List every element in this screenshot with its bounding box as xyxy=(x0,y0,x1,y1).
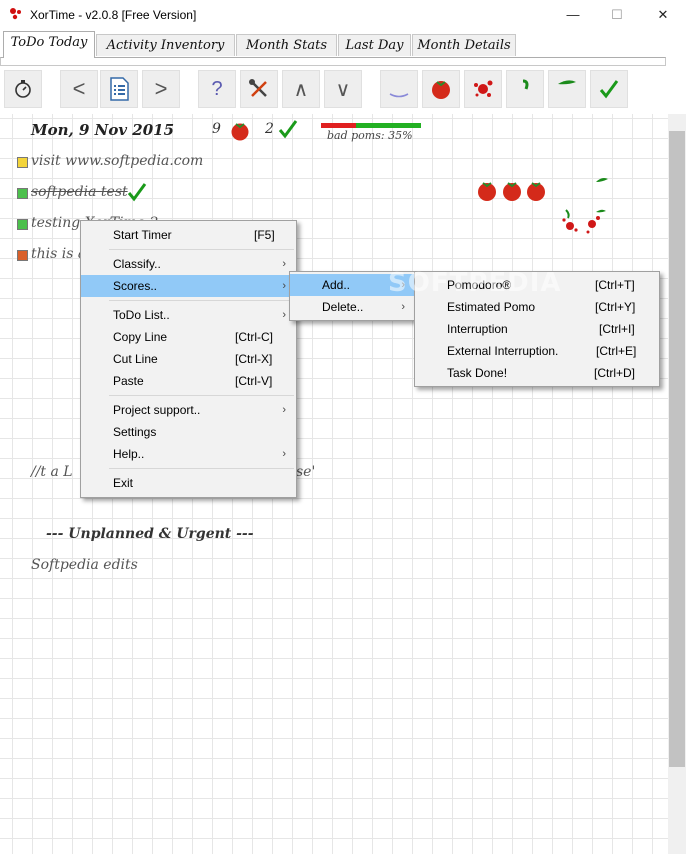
note-line: //t a L xyxy=(31,464,73,480)
menu-todo-list[interactable]: ToDo List.. › xyxy=(81,304,296,326)
scrollbar-thumb[interactable] xyxy=(669,131,685,767)
menu-settings[interactable]: Settings xyxy=(81,421,296,443)
forward-arrow-icon: > xyxy=(154,76,168,101)
menu-separator xyxy=(109,395,294,396)
underline-icon xyxy=(389,93,409,98)
help-button[interactable]: ? xyxy=(198,70,236,108)
window-title: XorTime - v2.0.8 [Free Version] xyxy=(30,8,197,22)
estimate-button[interactable] xyxy=(380,70,418,108)
leaf-icon xyxy=(596,178,608,182)
minimize-button[interactable]: — xyxy=(550,0,596,30)
menu-add-external-interruption[interactable]: External Interruption. [Ctrl+E] xyxy=(415,340,659,362)
submenu-arrow-icon: › xyxy=(401,301,405,313)
tab-month-stats[interactable]: Month Stats xyxy=(236,34,337,56)
tab-month-details[interactable]: Month Details xyxy=(412,34,516,56)
leaf-small-icon xyxy=(522,79,529,90)
unplanned-item[interactable]: Softpedia edits xyxy=(31,557,138,573)
menu-project-support[interactable]: Project support.. › xyxy=(81,399,296,421)
tools-icon xyxy=(249,79,267,97)
back-arrow-icon: < xyxy=(72,76,86,101)
note-line-tail: se' xyxy=(296,464,316,480)
tomato-icon xyxy=(432,81,450,99)
checkmark-icon xyxy=(278,120,298,139)
external-interruption-button[interactable] xyxy=(506,70,544,108)
tab-panel-border xyxy=(0,57,666,66)
menu-help[interactable]: Help.. › xyxy=(81,443,296,465)
bad-poms-bar xyxy=(321,123,421,128)
interruption-button[interactable] xyxy=(464,70,502,108)
close-button[interactable]: ✕ xyxy=(640,0,686,30)
back-button[interactable]: < xyxy=(60,70,98,108)
menu-start-timer[interactable]: Start Timer [F5] xyxy=(81,224,296,246)
move-up-button[interactable]: ∧ xyxy=(282,70,320,108)
submenu-arrow-icon: › xyxy=(282,309,286,321)
menu-cut-line[interactable]: Cut Line [Ctrl-X] xyxy=(81,348,296,370)
done-count: 2 xyxy=(265,121,274,137)
tools-button[interactable] xyxy=(240,70,278,108)
checkmark-icon xyxy=(127,183,147,202)
tab-todo-today[interactable]: ToDo Today xyxy=(3,31,95,58)
task-color-square[interactable] xyxy=(17,219,28,230)
unplanned-button[interactable] xyxy=(548,70,586,108)
task-label[interactable]: softpedia test xyxy=(31,184,128,200)
menu-classify[interactable]: Classify.. › xyxy=(81,253,296,275)
menu-add-task-done[interactable]: Task Done! [Ctrl+D] xyxy=(415,362,659,384)
menu-delete[interactable]: Delete.. › xyxy=(290,296,415,318)
tab-activity-inventory[interactable]: Activity Inventory xyxy=(96,34,235,56)
bad-poms-fill xyxy=(321,123,356,128)
menu-separator xyxy=(109,468,294,469)
submenu-arrow-icon: › xyxy=(282,404,286,416)
move-up-icon: ∧ xyxy=(293,78,309,101)
unplanned-header: --- Unplanned & Urgent --- xyxy=(46,526,254,542)
move-down-button[interactable]: ∨ xyxy=(324,70,362,108)
forward-button[interactable]: > xyxy=(142,70,180,108)
menu-separator xyxy=(109,300,294,301)
watermark: SOFTPEDIA xyxy=(388,268,562,298)
checkmark-icon xyxy=(599,80,619,99)
submenu-arrow-icon: › xyxy=(282,258,286,270)
document-list-icon xyxy=(110,77,129,101)
splat-icon xyxy=(474,80,493,97)
splat-icon xyxy=(562,209,606,234)
move-down-icon: ∨ xyxy=(335,78,351,101)
menu-add-estimated-pomo[interactable]: Estimated Pomo [Ctrl+Y] xyxy=(415,296,659,318)
menu-separator xyxy=(109,249,294,250)
task-color-square[interactable] xyxy=(17,188,28,199)
menu-exit[interactable]: Exit xyxy=(81,472,296,494)
pomodoro-button[interactable] xyxy=(422,70,460,108)
submenu-arrow-icon: › xyxy=(282,448,286,460)
submenu-arrow-icon: › xyxy=(282,280,286,292)
title-bar: XorTime - v2.0.8 [Free Version] — ☐ ✕ xyxy=(0,0,686,30)
todo-list-button[interactable] xyxy=(100,70,138,108)
current-date: Mon, 9 Nov 2015 xyxy=(31,121,175,139)
tomato-icon xyxy=(231,123,249,141)
menu-paste[interactable]: Paste [Ctrl-V] xyxy=(81,370,296,392)
maximize-button[interactable]: ☐ xyxy=(594,0,640,30)
tomato-icon xyxy=(478,182,545,201)
bad-poms-label: bad poms: 35% xyxy=(327,129,413,142)
tab-last-day[interactable]: Last Day xyxy=(338,34,411,56)
toolbar: < > ? ∧ ∨ xyxy=(0,66,686,114)
task-color-square[interactable] xyxy=(17,157,28,168)
tab-bar: ToDo Today Activity Inventory Month Stat… xyxy=(0,31,686,58)
timer-icon xyxy=(15,80,31,98)
context-menu: Start Timer [F5] Classify.. › Scores.. › To… xyxy=(80,220,297,498)
help-icon: ? xyxy=(211,77,223,100)
menu-copy-line[interactable]: Copy Line [Ctrl-C] xyxy=(81,326,296,348)
timer-button[interactable] xyxy=(4,70,42,108)
leaf-icon xyxy=(558,80,576,85)
pomodoro-count: 9 xyxy=(212,121,221,137)
menu-add-interruption[interactable]: Interruption [Ctrl+I] xyxy=(415,318,659,340)
app-logo-icon xyxy=(10,8,21,20)
task-color-square[interactable] xyxy=(17,250,28,261)
task-label[interactable]: visit www.softpedia.com xyxy=(31,153,203,169)
menu-scores[interactable]: Scores.. › xyxy=(81,275,296,297)
task-done-button[interactable] xyxy=(590,70,628,108)
